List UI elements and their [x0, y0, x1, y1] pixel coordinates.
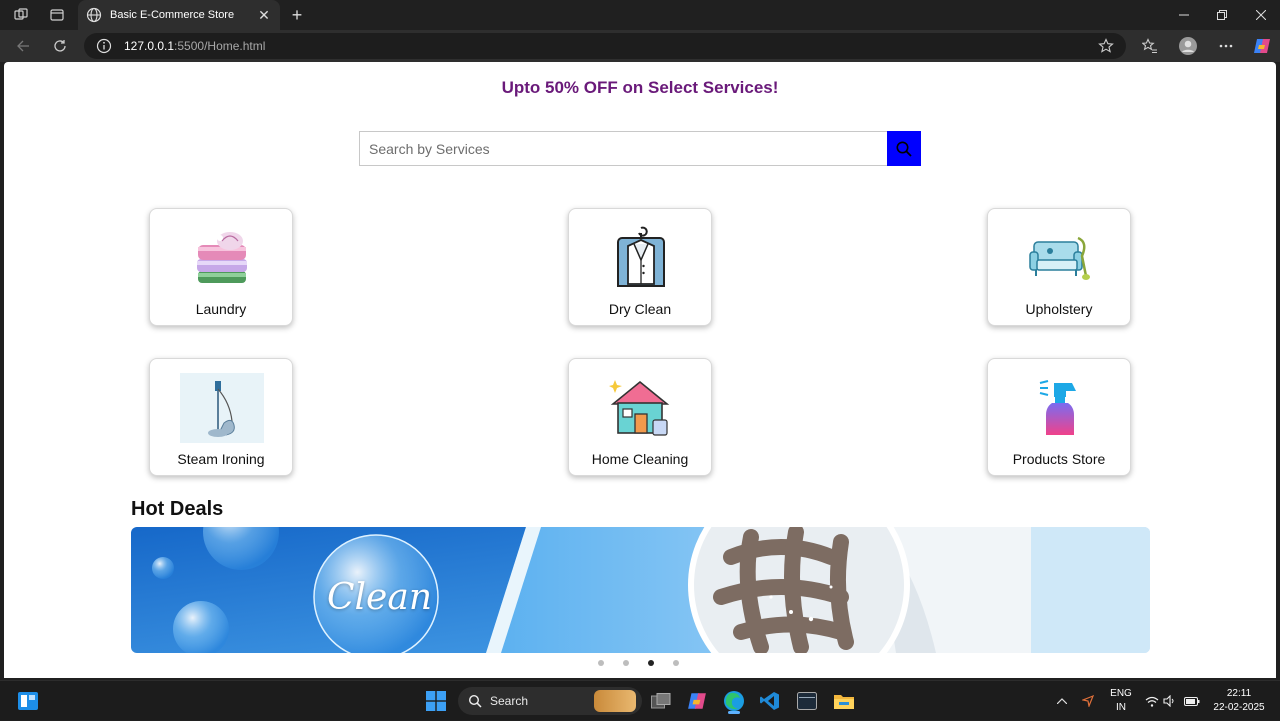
carousel-dot[interactable] — [598, 660, 604, 666]
region-code: IN — [1116, 702, 1126, 713]
task-view-icon[interactable] — [648, 689, 674, 713]
browser-toolbar: 127.0.0.1:5500/Home.html — [0, 30, 1280, 62]
copilot-icon[interactable] — [1249, 34, 1275, 58]
service-card-dry-clean[interactable]: Dry Clean — [568, 208, 712, 326]
dry-clean-icon — [595, 221, 687, 295]
service-card-laundry[interactable]: Laundry — [149, 208, 293, 326]
close-window-icon[interactable] — [1242, 0, 1280, 30]
tab-title: Basic E-Commerce Store — [110, 9, 235, 21]
service-card-home-cleaning[interactable]: Home Cleaning — [568, 358, 712, 476]
back-icon[interactable] — [10, 34, 36, 58]
taskbar-search-label: Search — [490, 694, 529, 708]
web-page: Upto 50% OFF on Select Services! Laundry — [4, 62, 1276, 678]
service-label: Laundry — [195, 301, 247, 317]
more-options-icon[interactable] — [1213, 34, 1239, 58]
language-code: ENG — [1110, 688, 1132, 699]
tab-actions-icon[interactable] — [40, 0, 74, 30]
favorite-star-icon[interactable] — [1098, 38, 1114, 54]
search-button[interactable] — [887, 131, 921, 166]
hot-deals-banner[interactable]: Clean — [131, 527, 1150, 653]
battery-icon[interactable] — [1183, 681, 1201, 721]
products-store-icon — [1014, 371, 1106, 445]
start-windows-icon[interactable] — [423, 689, 449, 713]
carousel-dot-active[interactable] — [648, 660, 654, 666]
carousel-dot[interactable] — [673, 660, 679, 666]
profile-avatar-icon[interactable] — [1175, 34, 1201, 58]
search-bar — [359, 131, 921, 166]
info-icon[interactable] — [96, 38, 112, 54]
language-indicator[interactable]: ENG IN — [1108, 687, 1134, 715]
browser-titlebar: Basic E-Commerce Store ✕ + — [0, 0, 1280, 30]
vscode-icon[interactable] — [757, 689, 783, 713]
globe-icon — [86, 7, 102, 23]
hot-deals-heading: Hot Deals — [131, 498, 224, 520]
search-icon — [896, 141, 912, 157]
service-label: Products Store — [1012, 451, 1106, 467]
favorites-icon[interactable] — [1137, 34, 1163, 58]
new-tab-button[interactable]: + — [286, 4, 308, 26]
url-host: 127.0.0.1 — [124, 39, 175, 53]
carousel-dot[interactable] — [623, 660, 629, 666]
service-label: Upholstery — [1025, 301, 1093, 317]
address-bar[interactable]: 127.0.0.1:5500/Home.html — [84, 33, 1126, 59]
upholstery-icon — [1014, 221, 1106, 295]
restore-icon[interactable] — [1203, 0, 1241, 30]
steam-ironing-icon — [176, 371, 268, 445]
refresh-icon[interactable] — [47, 34, 73, 58]
service-card-products-store[interactable]: Products Store — [987, 358, 1131, 476]
url-path: :5500/Home.html — [174, 39, 266, 53]
service-label: Home Cleaning — [591, 451, 689, 467]
widgets-icon[interactable] — [15, 689, 41, 713]
home-cleaning-icon — [595, 371, 687, 445]
search-highlight-icon — [594, 690, 636, 712]
workspaces-icon[interactable] — [4, 0, 38, 30]
browser-tab[interactable]: Basic E-Commerce Store ✕ — [78, 0, 280, 30]
service-card-upholstery[interactable]: Upholstery — [987, 208, 1131, 326]
close-tab-icon[interactable]: ✕ — [256, 7, 272, 24]
offer-banner-text: Upto 50% OFF on Select Services! — [501, 78, 779, 97]
windows-taskbar: Search ENG IN 22:11 22-02-2025 — [0, 680, 1280, 720]
clock-date: 22-02-2025 — [1213, 702, 1265, 713]
edge-browser-icon[interactable] — [721, 689, 747, 714]
system-clock[interactable]: 22:11 22-02-2025 — [1204, 687, 1274, 715]
location-arrow-icon[interactable] — [1080, 681, 1096, 721]
taskbar-search[interactable]: Search — [458, 687, 642, 715]
wifi-icon[interactable] — [1144, 681, 1160, 721]
minimize-icon[interactable] — [1165, 0, 1203, 30]
banner-clean-text: Clean — [327, 577, 433, 618]
service-card-steam-ironing[interactable]: Steam Ironing — [149, 358, 293, 476]
service-label: Steam Ironing — [177, 451, 265, 467]
laundry-icon — [176, 221, 268, 295]
volume-icon[interactable] — [1162, 681, 1178, 721]
carousel-indicators — [598, 660, 679, 666]
search-input[interactable] — [359, 131, 887, 166]
file-explorer-icon[interactable] — [831, 689, 857, 713]
show-hidden-icons-icon[interactable] — [1054, 681, 1070, 721]
mysql-workbench-icon[interactable] — [794, 689, 820, 713]
copilot-app-icon[interactable] — [684, 689, 710, 713]
service-label: Dry Clean — [608, 301, 672, 317]
clock-time: 22:11 — [1226, 688, 1252, 699]
search-icon — [468, 694, 482, 708]
